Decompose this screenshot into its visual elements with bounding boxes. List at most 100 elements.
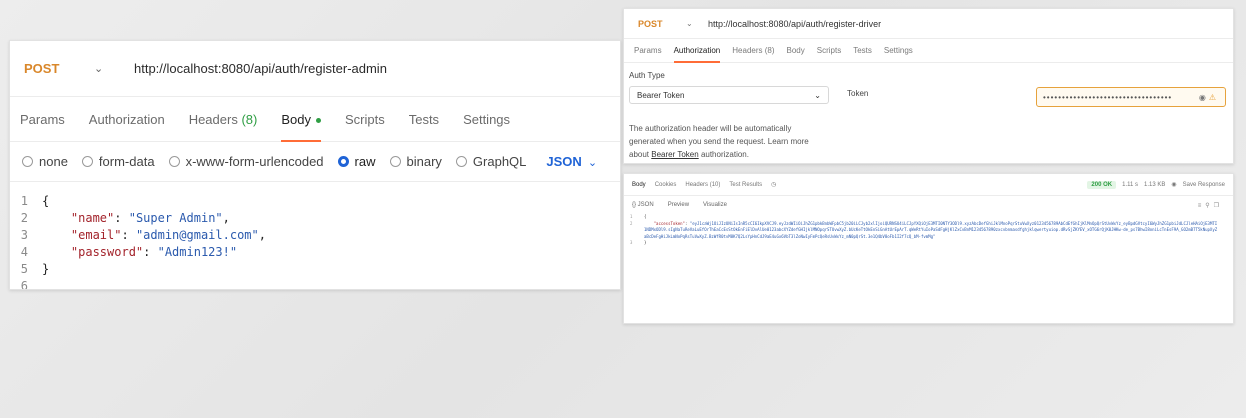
request-url-bar: POST ⌄ http://localhost:8080/api/auth/re… <box>10 41 620 97</box>
code-line: 1{ <box>630 214 1233 221</box>
response-time: 1.11 s <box>1122 181 1139 188</box>
auth-description-line: generated when you send the request. Lea… <box>629 137 809 146</box>
radio-circle <box>81 156 93 167</box>
chevron-down-icon: ⌄ <box>814 90 821 100</box>
preview-button[interactable]: Preview <box>668 202 689 208</box>
auth-type-label: Auth Type <box>629 71 665 80</box>
radio-label: binary <box>406 154 442 169</box>
radio-urlencoded[interactable]: x-www-form-urlencoded <box>168 154 324 169</box>
bearer-token-link[interactable]: Bearer Token <box>651 150 698 159</box>
body-type-options: none form-data x-www-form-urlencoded raw… <box>10 141 620 181</box>
response-body-viewer[interactable]: 1{ 2 "accessToken": "eyJ1caWj1OiJIzUNiIs… <box>624 214 1233 247</box>
chevron-down-icon[interactable]: ⌄ <box>686 19 708 28</box>
body-indicator-dot <box>315 117 321 123</box>
tab-test-results[interactable]: Test Results <box>729 182 762 188</box>
line-number: 2 <box>20 210 28 225</box>
code-text: { <box>644 214 647 219</box>
warning-icon[interactable]: ⚠ <box>1209 93 1219 102</box>
body-editor[interactable]: 1 { 2 "name": "Super Admin", 3 "email": "… <box>10 181 620 290</box>
token-actions: ◉⚠ <box>1199 93 1219 102</box>
json-key: "accessToken" <box>653 220 685 226</box>
json-value: "Super Admin" <box>128 210 223 225</box>
auth-description-line: about Bearer Token authorization. <box>629 148 829 161</box>
desc-pre: about <box>629 150 650 159</box>
tab-settings[interactable]: Settings <box>463 112 510 127</box>
line-number: 2 <box>630 220 633 226</box>
save-response-button[interactable]: Save Response <box>1183 182 1225 188</box>
radio-label: x-www-form-urlencoded <box>185 154 324 169</box>
request-tabs: Params Authorization Headers (8) Body Sc… <box>10 97 620 142</box>
globe-icon[interactable]: ◉ <box>1171 181 1176 188</box>
response-status: 200 OK 1.11 s 1.13 KB ◉ Save Response <box>1087 180 1233 189</box>
method-select[interactable]: POST <box>638 19 686 29</box>
code-text: } <box>42 261 50 276</box>
token-input[interactable]: •••••••••••••••••••••••••••••••••• ◉⚠ <box>1036 87 1226 107</box>
tab-settings[interactable]: Settings <box>884 46 913 55</box>
response-panel: Body Cookies Headers (10) Test Results ◷… <box>623 173 1234 324</box>
radio-circle <box>168 156 180 167</box>
radio-label: none <box>39 154 68 169</box>
method-select[interactable]: POST <box>24 61 94 76</box>
radio-circle <box>389 156 401 167</box>
tab-scripts[interactable]: Scripts <box>345 112 385 127</box>
tab-response-body[interactable]: Body <box>632 182 646 188</box>
headers-count: (8) <box>241 111 258 127</box>
line-number: 6 <box>20 278 28 290</box>
tab-body[interactable]: Body <box>787 46 805 55</box>
tab-authorization[interactable]: Authorization <box>673 46 720 63</box>
response-size: 1.13 KB <box>1144 181 1166 188</box>
chevron-down-icon[interactable]: ⌄ <box>94 62 134 75</box>
radio-label: raw <box>354 154 376 169</box>
radio-form-data[interactable]: form-data <box>81 154 155 169</box>
radio-none[interactable]: none <box>22 154 68 169</box>
tab-cookies[interactable]: Cookies <box>655 182 677 188</box>
radio-binary[interactable]: binary <box>389 154 442 169</box>
search-icon[interactable]: ⚲ <box>1205 203 1213 209</box>
code-line: 3 "email": "admin@gmail.com", <box>10 226 620 243</box>
code-line: 4 "password": "Admin123!" <box>10 243 620 260</box>
code-line: 2 "name": "Super Admin", <box>10 209 620 226</box>
url-input[interactable]: http://localhost:8080/api/auth/register-… <box>134 61 387 76</box>
radio-raw[interactable]: raw <box>337 154 376 169</box>
copy-icon[interactable]: ❐ <box>1214 203 1223 209</box>
eye-icon[interactable]: ◉ <box>1199 93 1209 102</box>
visualize-button[interactable]: Visualize <box>703 202 727 208</box>
auth-type-select[interactable]: Bearer Token ⌄ <box>629 86 829 104</box>
tab-body[interactable]: Body <box>281 111 321 142</box>
tab-tests[interactable]: Tests <box>409 112 439 127</box>
tab-authorization[interactable]: Authorization <box>89 112 165 127</box>
code-line: 3} <box>630 240 1233 247</box>
url-input[interactable]: http://localhost:8080/api/auth/register-… <box>708 19 881 29</box>
tab-headers-label: Headers <box>188 111 238 127</box>
tab-response-headers[interactable]: Headers (10) <box>685 182 720 188</box>
auth-description-line: The authorization header will be automat… <box>629 124 792 133</box>
format-select[interactable]: {} JSON <box>632 202 654 208</box>
json-value: "Admin123!" <box>157 244 238 259</box>
tab-body-label: Body <box>281 111 311 127</box>
code-line: 2 "accessToken": "eyJ1caWj1OiJIzUNiIsInR… <box>630 221 1233 241</box>
status-badge: 200 OK <box>1087 180 1117 189</box>
response-format-bar: {} JSON Preview Visualize ≡⚲❐ <box>624 196 1233 214</box>
code-text: "email": "admin@gmail.com", <box>70 227 266 242</box>
line-number: 1 <box>20 193 28 208</box>
format-label: JSON <box>546 154 582 169</box>
tab-headers[interactable]: Headers (8) <box>732 46 774 55</box>
auth-type-section: Auth Type Bearer Token ⌄ The authorizatio… <box>629 71 829 161</box>
history-icon[interactable]: ◷ <box>771 181 776 188</box>
code-line: 6 <box>10 277 620 290</box>
tab-scripts[interactable]: Scripts <box>817 46 841 55</box>
desc-post: authorization. <box>700 150 749 159</box>
tab-params[interactable]: Params <box>20 112 65 127</box>
format-select[interactable]: JSON ⌄ <box>546 154 597 169</box>
tab-params[interactable]: Params <box>634 46 662 55</box>
response-toolbar-icons: ≡⚲❐ <box>1198 202 1233 209</box>
code-text: "password": "Admin123!" <box>70 244 238 259</box>
tab-tests[interactable]: Tests <box>853 46 872 55</box>
tab-headers[interactable]: Headers (8) <box>189 112 258 127</box>
radio-graphql[interactable]: GraphQL <box>455 154 526 169</box>
line-number: 1 <box>630 214 633 219</box>
json-tail: , <box>222 210 230 225</box>
line-number: 3 <box>630 240 633 246</box>
code-text: { <box>42 193 50 208</box>
auth-description: The authorization header will be automat… <box>629 122 829 161</box>
